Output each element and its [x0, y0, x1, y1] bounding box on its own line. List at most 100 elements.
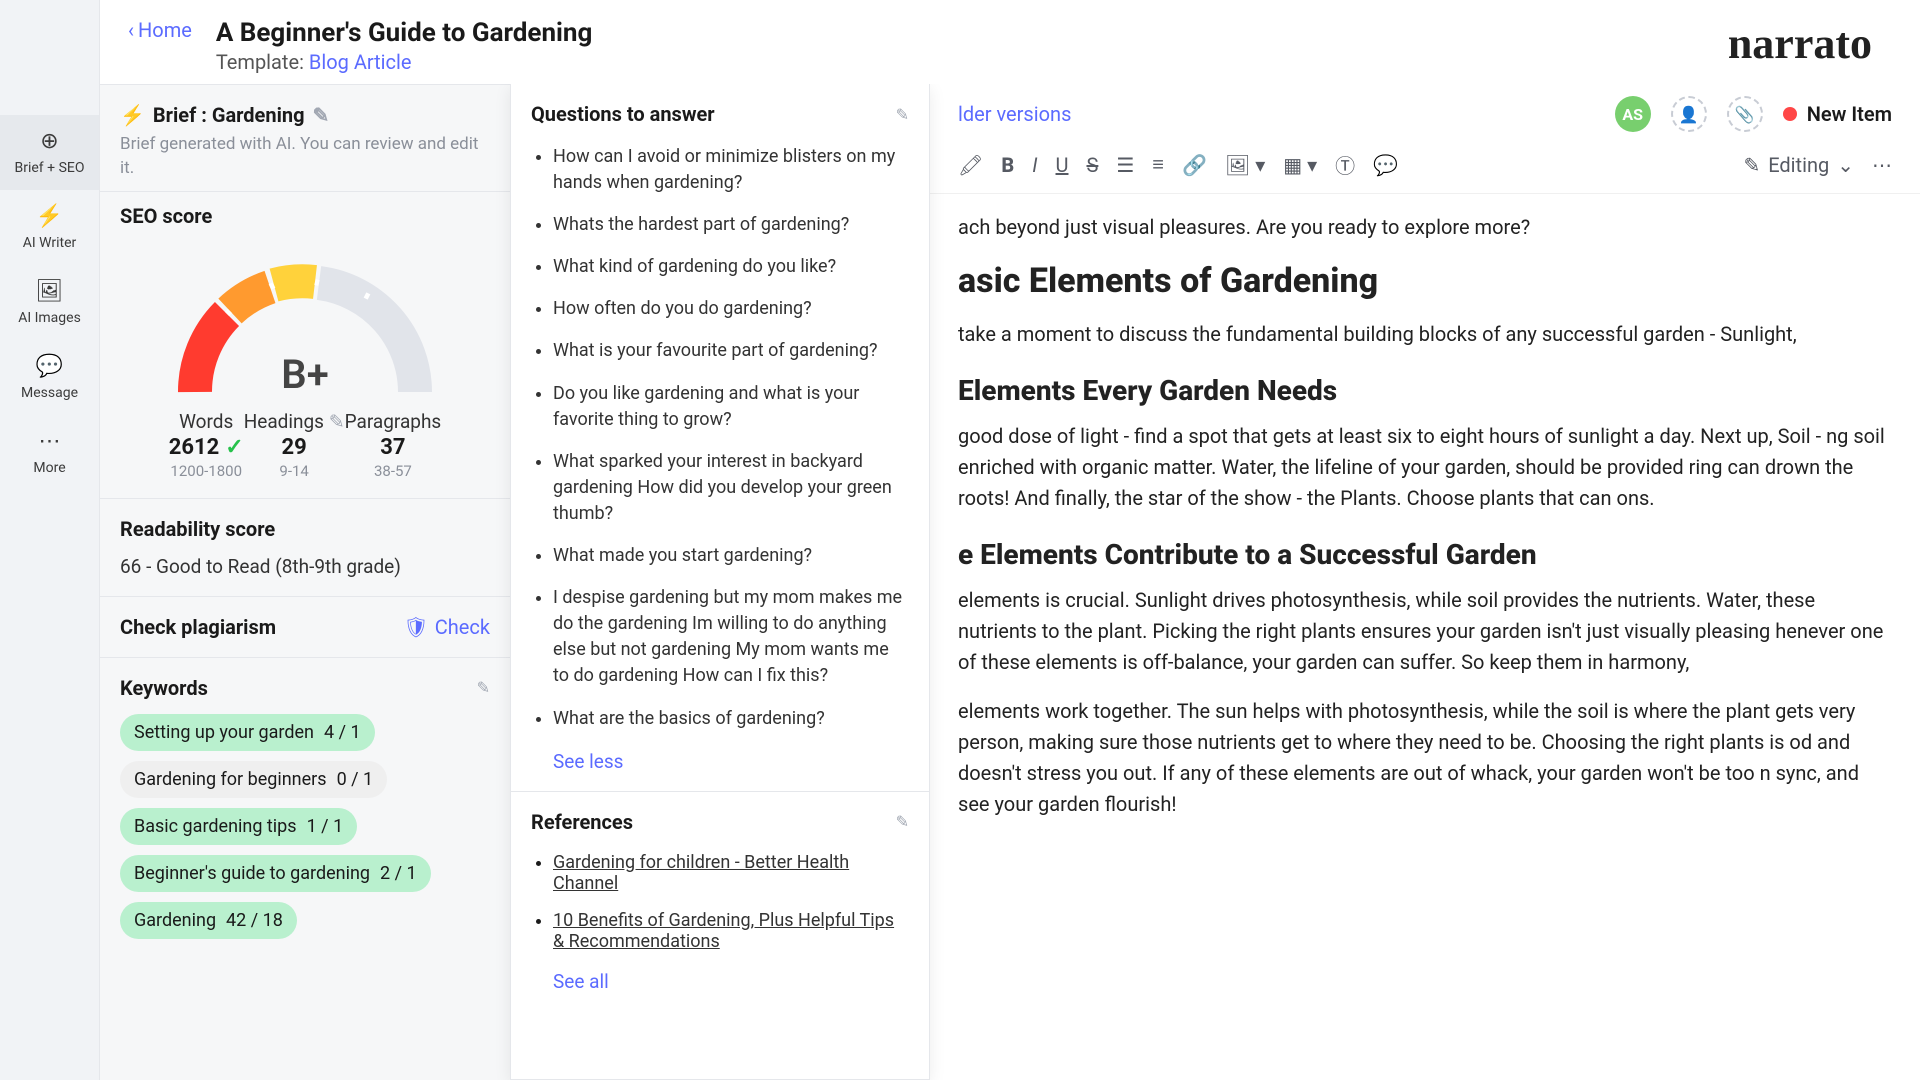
questions-list: How can I avoid or minimize blisters on … — [511, 136, 929, 740]
stat-range: 38-57 — [345, 462, 442, 480]
stat-range: 1200-1800 — [169, 462, 244, 480]
keyword-chip[interactable]: Setting up your garden4 / 1 — [120, 714, 375, 751]
reference-link[interactable]: 10 Benefits of Gardening, Plus Helpful T… — [553, 910, 894, 952]
home-label: Home — [138, 18, 192, 42]
stat-label: Paragraphs — [345, 410, 442, 433]
edit-icon[interactable]: ✎ — [313, 103, 330, 127]
italic-button[interactable]: I — [1032, 153, 1037, 177]
stat-paragraphs: Paragraphs 37 38-57 — [345, 410, 442, 480]
keyword-chip[interactable]: Gardening for beginners 0 / 1 — [120, 761, 387, 798]
keyword-chip[interactable]: Gardening42 / 18 — [120, 902, 297, 939]
edit-icon[interactable]: ✎ — [896, 105, 909, 124]
target-icon: ⊕ — [40, 129, 58, 154]
seo-section: SEO score — [100, 191, 510, 498]
see-less-link[interactable]: See less — [511, 740, 929, 791]
nav-ai-writer[interactable]: ⚡ AI Writer — [0, 190, 99, 265]
brief-subtitle: Brief generated with AI. You can review … — [120, 133, 490, 181]
nav-ai-images[interactable]: 🖼 AI Images — [0, 265, 99, 340]
nav-more[interactable]: ⋯ More — [0, 415, 99, 490]
template-line: Template: Blog Article — [216, 50, 1728, 74]
readability-text: 66 - Good to Read (8th-9th grade) — [120, 555, 490, 578]
chip-label: Gardening for beginners — [134, 769, 327, 790]
check-plagiarism-button[interactable]: 🛡 Check — [403, 615, 490, 639]
reference-item: Gardening for children - Better Health C… — [553, 844, 907, 902]
header: ‹ Home A Beginner's Guide to Gardening T… — [100, 0, 1920, 84]
doc-paragraph: take a moment to discuss the fundamental… — [958, 319, 1892, 350]
table-button[interactable]: ▦ ▾ — [1283, 153, 1317, 177]
check-icon: ✓ — [225, 435, 243, 460]
new-item-status[interactable]: New Item — [1783, 102, 1892, 126]
doc-paragraph: elements is crucial. Sunlight drives pho… — [958, 585, 1892, 678]
doc-paragraph: good dose of light - find a spot that ge… — [958, 421, 1892, 514]
bolt-icon: ⚡ — [120, 103, 145, 127]
chip-label: Setting up your garden — [134, 722, 314, 743]
home-link[interactable]: ‹ Home — [128, 18, 192, 42]
chevron-left-icon: ‹ — [128, 18, 134, 42]
stat-value: 37 — [345, 435, 442, 460]
strike-button[interactable]: S — [1086, 153, 1098, 177]
brief-panel: ⚡ Brief : Gardening ✎ Brief generated wi… — [100, 84, 510, 1080]
references-list: Gardening for children - Better Health C… — [511, 844, 929, 960]
reference-link[interactable]: Gardening for children - Better Health C… — [553, 852, 849, 894]
template-prefix: Template: — [216, 50, 309, 74]
question-item: How often do you do gardening? — [553, 288, 907, 330]
chip-count: 0 / 1 — [337, 769, 374, 790]
image-button[interactable]: 🖼 ▾ — [1225, 153, 1265, 177]
readability-title: Readability score — [120, 517, 490, 541]
editor-topbar: lder versions AS 👤 📎 New Item — [930, 84, 1920, 144]
readability-section: Readability score 66 - Good to Read (8th… — [100, 498, 510, 596]
seo-gauge: B+ — [155, 242, 455, 402]
nav-label: AI Writer — [23, 235, 77, 251]
question-item: What kind of gardening do you like? — [553, 246, 907, 288]
shield-icon: 🛡 — [403, 615, 428, 639]
editing-label: Editing — [1768, 153, 1829, 177]
add-attachment-button[interactable]: 📎 — [1727, 96, 1763, 132]
question-item: What is your favourite part of gardening… — [553, 330, 907, 372]
add-user-button[interactable]: 👤 — [1671, 96, 1707, 132]
image-icon: 🖼 — [36, 279, 64, 304]
chip-count: 1 / 1 — [307, 816, 344, 837]
document-body[interactable]: ach beyond just visual pleasures. Are yo… — [930, 194, 1920, 856]
status-dot-icon — [1783, 107, 1797, 121]
references-title: References — [531, 810, 633, 834]
seo-grade: B+ — [281, 351, 328, 398]
nav-label: More — [33, 460, 65, 476]
edit-icon[interactable]: ✎ — [329, 410, 345, 433]
logo: narrato — [1728, 18, 1872, 69]
editing-mode-dropdown[interactable]: ✎ Editing ⌄ — [1743, 153, 1854, 177]
link-button[interactable]: 🔗 — [1182, 153, 1207, 177]
more-menu-button[interactable]: ⋯ — [1872, 153, 1892, 177]
stat-value: 2612 — [169, 435, 220, 460]
older-versions-link[interactable]: lder versions — [958, 102, 1071, 126]
nav-message[interactable]: 💬 Message — [0, 340, 99, 415]
numbered-list-button[interactable]: ≡ — [1152, 152, 1164, 177]
template-link[interactable]: Blog Article — [309, 50, 412, 74]
references-section: References ✎ Gardening for children - Be… — [511, 791, 929, 1011]
chip-label: Basic gardening tips — [134, 816, 297, 837]
clear-format-button[interactable]: Ⓣ — [1335, 150, 1355, 179]
nav-label: Brief + SEO — [15, 160, 85, 176]
see-all-link[interactable]: See all — [511, 960, 929, 1011]
question-item: I despise gardening but my mom makes me … — [553, 577, 907, 697]
keyword-chip[interactable]: Basic gardening tips 1 / 1 — [120, 808, 357, 845]
comment-button[interactable]: 💬 — [1373, 153, 1398, 177]
stat-value: 29 — [244, 435, 345, 460]
stat-label: Words — [169, 410, 244, 433]
doc-heading-2: asic Elements of Gardening — [958, 261, 1892, 301]
left-nav: ⊕ Brief + SEO ⚡ AI Writer 🖼 AI Images 💬 … — [0, 0, 100, 1080]
edit-icon[interactable]: ✎ — [477, 678, 490, 697]
questions-title: Questions to answer — [531, 102, 715, 126]
doc-paragraph: elements work together. The sun helps wi… — [958, 696, 1892, 820]
edit-icon[interactable]: ✎ — [896, 812, 909, 831]
question-item: Whats the hardest part of gardening? — [553, 204, 907, 246]
bold-button[interactable]: B — [1001, 153, 1014, 177]
bullet-list-button[interactable]: ☰ — [1116, 153, 1134, 177]
doc-heading-3: Elements Every Garden Needs — [958, 374, 1892, 407]
highlight-icon[interactable]: 🖍 — [958, 153, 983, 177]
underline-button[interactable]: U — [1056, 153, 1069, 177]
brief-title-text: Brief : Gardening — [153, 103, 305, 127]
check-label: Check — [435, 615, 490, 639]
nav-brief-seo[interactable]: ⊕ Brief + SEO — [0, 115, 99, 190]
keyword-chip[interactable]: Beginner's guide to gardening2 / 1 — [120, 855, 431, 892]
avatar[interactable]: AS — [1615, 96, 1651, 132]
